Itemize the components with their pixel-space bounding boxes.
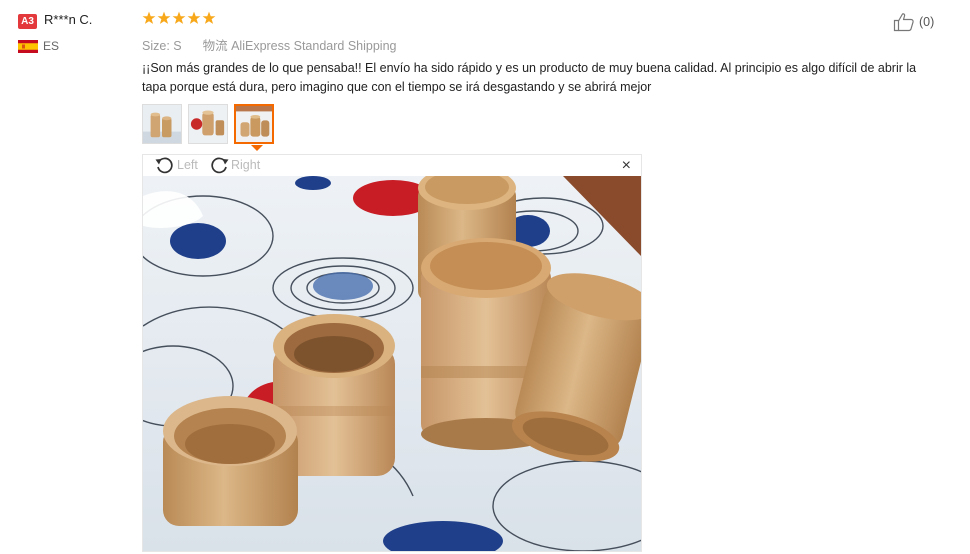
review-photo — [143, 176, 641, 551]
rotate-left-icon — [155, 157, 173, 174]
spain-flag-icon — [18, 40, 38, 53]
star-icon — [187, 11, 201, 24]
order-meta: Size: S 物流 AliExpress Standard Shipping — [142, 35, 396, 54]
star-icon — [142, 11, 156, 24]
reviewer-name: R***n C. — [44, 12, 93, 27]
review-thumbnail-3[interactable] — [234, 104, 274, 144]
reviewer-country: ES — [43, 39, 60, 53]
rotate-left-label: Left — [177, 158, 198, 172]
star-rating — [142, 11, 216, 25]
review-photo-thumbnail — [143, 105, 181, 143]
thumbs-up-icon — [893, 13, 914, 32]
level-badge: A3 — [18, 14, 37, 29]
size-value: S — [173, 39, 182, 53]
star-icon — [172, 11, 186, 24]
star-icon — [157, 11, 171, 24]
helpful-count: (0) — [919, 15, 935, 29]
size-label: Size: — [142, 39, 170, 53]
close-viewer-button[interactable]: × — [622, 158, 631, 174]
review-thumbnails — [142, 104, 274, 144]
shipping-value: AliExpress Standard Shipping — [231, 39, 397, 53]
rotate-right-button[interactable]: Right — [209, 156, 260, 174]
rotate-left-button[interactable]: Left — [155, 156, 198, 174]
rotate-right-icon — [211, 157, 229, 174]
shipping-label: 物流 — [202, 39, 228, 53]
helpful-button[interactable]: (0) — [893, 12, 934, 32]
review-photo-thumbnail — [236, 106, 272, 142]
image-viewer: Left Right × — [142, 154, 642, 552]
image-viewer-toolbar: Left Right × — [143, 155, 641, 177]
review-thumbnail-1[interactable] — [142, 104, 182, 144]
rotate-right-label: Right — [231, 158, 261, 172]
star-icon — [202, 11, 216, 24]
selected-thumbnail-pointer — [251, 145, 263, 151]
review-photo-thumbnail — [189, 105, 227, 143]
review-text: ¡¡Son más grandes de lo que pensaba!! El… — [142, 61, 917, 94]
review-thumbnail-2[interactable] — [188, 104, 228, 144]
